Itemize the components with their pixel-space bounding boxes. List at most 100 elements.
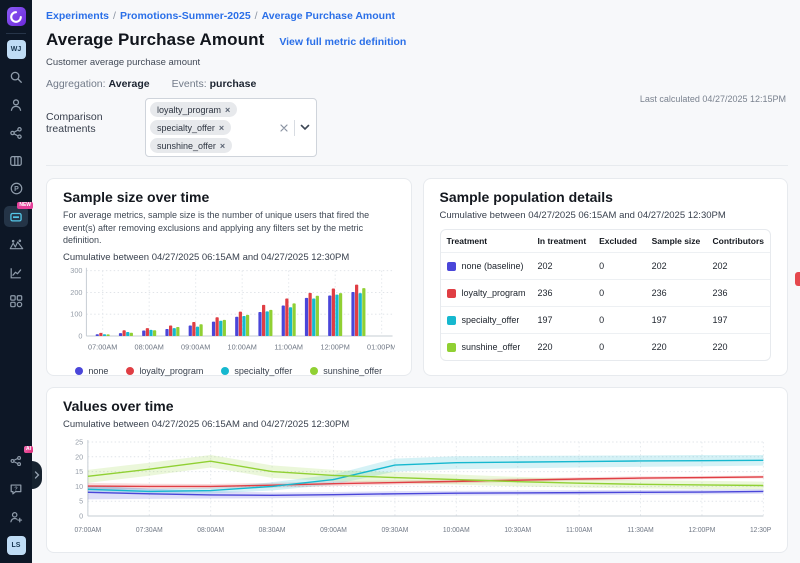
breadcrumb: Experiments/Promotions-Summer-2025/Avera… xyxy=(46,10,788,22)
svg-text:07:30AM: 07:30AM xyxy=(136,527,163,534)
svg-text:11:30AM: 11:30AM xyxy=(627,527,654,534)
excluded-value: 0 xyxy=(593,280,645,307)
invite-user-icon[interactable] xyxy=(5,506,27,527)
treatment-name: loyalty_program xyxy=(462,288,526,298)
treatment-chip[interactable]: loyalty_program× xyxy=(150,102,237,117)
in-treatment-value: 197 xyxy=(532,307,594,334)
sample-size-value: 236 xyxy=(646,280,707,307)
population-table: TreatmentIn treatmentExcludedSample size… xyxy=(440,229,772,361)
sample-size-value: 197 xyxy=(646,307,707,334)
breadcrumb-item[interactable]: Average Purchase Amount xyxy=(262,10,395,22)
excluded-value: 0 xyxy=(593,334,645,360)
legend-dot-icon xyxy=(221,367,229,375)
control-divider xyxy=(294,120,295,136)
chip-remove-icon[interactable]: × xyxy=(225,105,230,115)
logo-knot-icon xyxy=(10,11,22,23)
chip-remove-icon[interactable]: × xyxy=(220,141,225,151)
bar-chart-legend: none loyalty_program specialty_offer sunshi… xyxy=(63,366,395,376)
sample-size-value: 202 xyxy=(646,253,707,280)
population-card: Sample population details Cumulative bet… xyxy=(423,178,789,376)
in-treatment-value: 236 xyxy=(532,280,594,307)
segments-icon[interactable] xyxy=(5,122,27,143)
treatment-chip[interactable]: specialty_offer× xyxy=(150,120,231,135)
legend-item[interactable]: none xyxy=(75,366,108,376)
events-value: purchase xyxy=(210,78,257,90)
treatment-color-swatch xyxy=(447,289,456,298)
in-treatment-value: 220 xyxy=(532,334,594,360)
chevron-down-icon[interactable] xyxy=(300,124,310,131)
svg-text:10: 10 xyxy=(75,482,83,491)
contributors-value: 220 xyxy=(707,334,770,360)
treatment-chip[interactable]: sunshine_offer× xyxy=(150,138,232,153)
search-icon[interactable] xyxy=(5,66,27,87)
metric-description: Customer average purchase amount xyxy=(46,57,788,68)
legend-item[interactable]: sunshine_offer xyxy=(310,366,382,376)
legend-dot-icon xyxy=(126,367,134,375)
treatments-multiselect[interactable]: loyalty_program× specialty_offer× sunshine… xyxy=(145,98,317,157)
svg-text:200: 200 xyxy=(70,288,82,297)
insights-chart-icon[interactable] xyxy=(5,262,27,283)
legend-item[interactable]: specialty_offer xyxy=(221,366,292,376)
table-column-header: Sample size xyxy=(646,230,707,253)
user-avatar[interactable]: LS xyxy=(7,536,26,555)
holdouts-icon[interactable] xyxy=(5,234,27,255)
feature-gates-icon[interactable] xyxy=(5,150,27,171)
svg-text:08:00AM: 08:00AM xyxy=(197,527,224,534)
table-row: none (baseline) 202 0 202 202 xyxy=(441,253,771,280)
main-content: Experiments/Promotions-Summer-2025/Avera… xyxy=(32,0,800,563)
project-avatar[interactable]: WJ xyxy=(7,40,26,59)
breadcrumb-item[interactable]: Experiments xyxy=(46,10,109,22)
sample-size-description: For average metrics, sample size is the … xyxy=(63,209,395,247)
legend-label: loyalty_program xyxy=(139,366,203,376)
users-icon[interactable] xyxy=(5,94,27,115)
svg-text:10:00AM: 10:00AM xyxy=(443,527,470,534)
chevron-right-icon xyxy=(34,471,40,479)
svg-text:11:00AM: 11:00AM xyxy=(566,527,593,534)
svg-text:09:00AM: 09:00AM xyxy=(320,527,347,534)
sample-size-title: Sample size over time xyxy=(63,189,395,205)
svg-text:07:00AM: 07:00AM xyxy=(74,527,101,534)
svg-text:300: 300 xyxy=(70,266,82,275)
support-chat-icon[interactable]: ? xyxy=(5,478,27,499)
sample-size-bar-chart: 010020030007:00AM08:00AM09:00AM10:00AM11… xyxy=(63,263,395,359)
legend-label: none xyxy=(88,366,108,376)
svg-text:0: 0 xyxy=(79,511,83,520)
sample-size-card: Sample size over time For average metric… xyxy=(46,178,412,376)
table-row: loyalty_program 236 0 236 236 xyxy=(441,280,771,307)
svg-text:08:00AM: 08:00AM xyxy=(135,342,164,351)
treatment-name: specialty_offer xyxy=(462,315,520,325)
svg-text:12:00PM: 12:00PM xyxy=(321,342,350,351)
legend-item[interactable]: loyalty_program xyxy=(126,366,203,376)
clear-all-icon[interactable] xyxy=(279,123,289,133)
breadcrumb-separator: / xyxy=(113,10,116,22)
svg-text:15: 15 xyxy=(75,467,83,476)
sample-size-value: 220 xyxy=(646,334,707,360)
pulse-icon[interactable]: P xyxy=(5,178,27,199)
notification-tab[interactable] xyxy=(795,272,800,286)
in-treatment-value: 202 xyxy=(532,253,594,280)
sidebar-item-metrics-active[interactable]: NEW xyxy=(4,206,28,227)
table-row: specialty_offer 197 0 197 197 xyxy=(441,307,771,334)
sidebar: WJ P NEW xyxy=(0,0,32,563)
apps-grid-icon[interactable] xyxy=(5,290,27,311)
metric-definition-link[interactable]: View full metric definition xyxy=(279,36,406,48)
treatment-color-swatch xyxy=(447,343,456,352)
statsig-logo[interactable] xyxy=(7,7,26,26)
header-divider xyxy=(46,165,788,166)
new-badge: NEW xyxy=(17,202,33,209)
svg-text:12:30PM: 12:30PM xyxy=(750,527,771,534)
chip-remove-icon[interactable]: × xyxy=(219,123,224,133)
aggregation-row: Aggregation:AverageEvents:purchase xyxy=(46,78,788,90)
page-header: Experiments/Promotions-Summer-2025/Avera… xyxy=(32,0,800,166)
ai-assistant-icon[interactable]: AI xyxy=(5,450,27,471)
svg-text:07:00AM: 07:00AM xyxy=(88,342,117,351)
treatment-color-swatch xyxy=(447,316,456,325)
table-column-header: Excluded xyxy=(593,230,645,253)
svg-text:09:30AM: 09:30AM xyxy=(382,527,409,534)
page-title: Average Purchase Amount xyxy=(46,30,264,50)
svg-text:12:00PM: 12:00PM xyxy=(689,527,716,534)
breadcrumb-item[interactable]: Promotions-Summer-2025 xyxy=(120,10,251,22)
sidebar-divider xyxy=(6,33,26,34)
svg-text:09:00AM: 09:00AM xyxy=(181,342,210,351)
svg-text:11:00AM: 11:00AM xyxy=(274,342,303,351)
